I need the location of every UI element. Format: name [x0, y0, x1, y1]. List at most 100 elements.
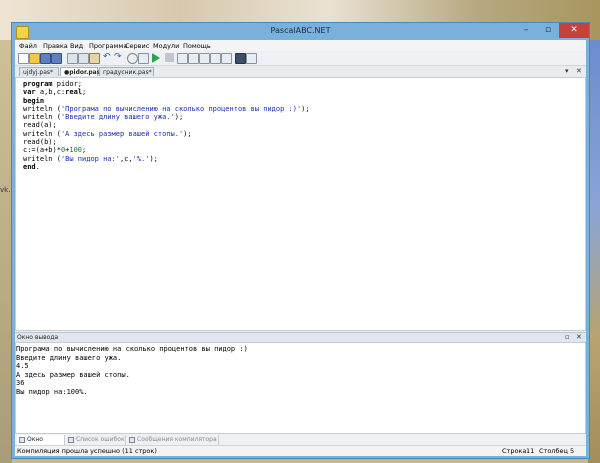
tab-compiler-messages-label: Сообщения компилятора [137, 436, 217, 443]
panel-close-icon[interactable]: ✕ [576, 333, 582, 341]
code-token: 'Введите длину вашего ужа.' [60, 113, 175, 122]
new-file-icon[interactable] [18, 53, 29, 64]
window-title: PascalABC.NET [270, 26, 331, 35]
redo-icon[interactable]: ↷ [114, 53, 123, 62]
code-token: ); [301, 104, 310, 113]
code-token: writeln ( [23, 129, 61, 138]
code-token: ; [82, 88, 87, 97]
code-token: writeln ( [23, 104, 61, 113]
output-panel-title: Окно вывода [17, 334, 59, 341]
step-into-icon[interactable] [199, 53, 210, 64]
code-token: . [35, 162, 40, 171]
code-token: var [23, 88, 36, 97]
pascalabc-window: PascalABC.NET – ▫ ✕ Файл Правка Вид Прог… [11, 22, 590, 459]
run-icon[interactable] [152, 53, 160, 63]
output-line: 4.5 [16, 362, 29, 371]
breakpoint-icon[interactable] [221, 53, 232, 64]
code-token: a,b,c: [35, 88, 66, 97]
step-over-icon[interactable] [188, 53, 199, 64]
panel-pin-icon[interactable]: ▫ [565, 333, 570, 341]
code-token: begin [23, 96, 45, 105]
code-line: read(b); [23, 138, 310, 146]
code-line: end. [23, 163, 310, 171]
minimize-button[interactable]: – [515, 23, 537, 38]
menu-modules[interactable]: Модули [153, 42, 179, 50]
tab-close-icon[interactable]: ✕ [576, 67, 582, 75]
output-window-icon[interactable] [235, 53, 246, 64]
code-line: c:=(a+b)*0+100; [23, 146, 310, 154]
undo-icon[interactable]: ↶ [103, 53, 112, 62]
maximize-button[interactable]: ▫ [537, 23, 559, 38]
form-designer-icon[interactable] [246, 53, 257, 64]
code-line: begin [23, 97, 310, 105]
tab-ujdyj[interactable]: ujdyj.pas* [19, 67, 59, 76]
compile-icon[interactable] [177, 53, 188, 64]
code-token: 'Вы пидор на:' [60, 154, 120, 163]
close-button[interactable]: ✕ [559, 23, 589, 38]
menu-help[interactable]: Помощь [183, 42, 211, 50]
code-token: ); [174, 113, 184, 122]
menu-file[interactable]: Файл [19, 42, 37, 50]
bottom-panel-tabs: Окно вывода Список ошибок Сообщения комп… [15, 435, 586, 453]
output-line: Введите длину вашего ужа. [16, 353, 122, 362]
code-token: read(b); [23, 138, 57, 147]
compiler-messages-icon [129, 437, 135, 443]
code-token: '%.' [132, 154, 150, 163]
output-line: Програма по вычислению на сколько процен… [16, 345, 248, 353]
save-icon[interactable] [40, 53, 51, 64]
title-bar[interactable]: PascalABC.NET – ▫ ✕ [12, 23, 589, 40]
output-panel-header: Окно вывода ▫ ✕ [15, 332, 586, 342]
copy-icon[interactable] [78, 53, 89, 64]
menu-bar: Файл Правка Вид Программа Сервис Модули … [15, 40, 586, 51]
tab-compiler-messages[interactable]: Сообщения компилятора [127, 435, 219, 445]
menu-program[interactable]: Программа [89, 42, 127, 50]
step-out-icon[interactable] [210, 53, 221, 64]
output-line: 36 [16, 379, 25, 388]
status-col-label: Столбец [539, 447, 568, 455]
code-token: 'Програма по вычислению на сколько проце… [60, 104, 302, 113]
save-all-icon[interactable] [51, 53, 62, 64]
code-token: pidor; [52, 80, 83, 88]
tab-pidor[interactable]: ●pidor.pas* [60, 67, 103, 76]
code-token: real [65, 88, 83, 97]
search-icon[interactable] [127, 53, 138, 64]
error-list-icon [68, 437, 74, 443]
code-token: read(a); [23, 121, 57, 130]
code-token: end [23, 162, 36, 171]
menu-view[interactable]: Вид [70, 42, 83, 50]
code-editor[interactable]: program pidor; var a,b,c:real; begin writel… [15, 77, 586, 331]
status-bar: Компиляция прошла успешно (11 строк) Стр… [15, 445, 586, 456]
tab-output-window[interactable]: Окно вывода [17, 435, 65, 453]
tabs-dropdown-icon[interactable]: ▾ [565, 67, 569, 75]
tab-gradusnik[interactable]: градусник.pas* [99, 67, 154, 76]
source-code: program pidor; var a,b,c:real; begin writel… [23, 80, 310, 171]
code-line: writeln ('А здесь размер вашей стопы.'); [23, 130, 310, 138]
code-token: writeln ( [23, 154, 61, 163]
replace-icon[interactable] [138, 53, 149, 64]
code-token: ,c, [119, 154, 133, 163]
status-message: Компиляция прошла успешно (11 строк) [17, 447, 157, 455]
code-token: ; [82, 146, 87, 155]
output-text: Програма по вычислению на сколько процен… [16, 345, 248, 397]
code-line: read(a); [23, 121, 310, 129]
cut-icon[interactable] [67, 53, 78, 64]
status-col-value: 5 [570, 447, 575, 455]
menu-edit[interactable]: Правка [43, 42, 68, 50]
code-token: ); [183, 129, 192, 138]
paste-icon[interactable] [89, 53, 100, 64]
code-line: writeln ('Програма по вычислению на скол… [23, 105, 310, 113]
tab-error-list[interactable]: Список ошибок [66, 435, 126, 445]
editor-tabs: ujdyj.pas* ●pidor.pas* градусник.pas* ▾ … [15, 66, 586, 77]
open-icon[interactable] [29, 53, 40, 64]
output-window[interactable]: Програма по вычислению на сколько процен… [15, 342, 586, 434]
output-line: А здесь размер вашей стопы. [16, 370, 130, 379]
output-line: Вы пидор на:100%. [16, 387, 88, 396]
code-token: 'А здесь размер вашей стопы.' [60, 129, 184, 138]
menu-service[interactable]: Сервис [125, 42, 149, 50]
toolbar: ↶ ↷ [15, 51, 586, 66]
status-row-label: Строка [502, 447, 527, 455]
code-line: writeln ('Вы пидор на:',c,'%.'); [23, 155, 310, 163]
code-token: c:=(a+b)* [23, 146, 61, 155]
stop-icon[interactable] [165, 53, 174, 62]
status-row-value: 11 [526, 447, 535, 455]
